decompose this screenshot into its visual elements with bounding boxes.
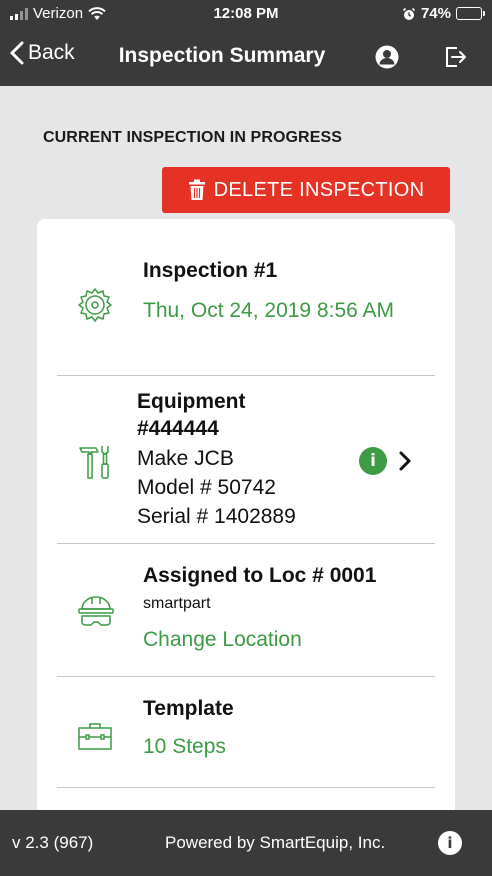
back-label: Back [28, 41, 75, 64]
battery-percent: 74% [420, 5, 451, 22]
location-row: Assigned to Loc # 0001 smartpart Change … [57, 544, 435, 677]
delete-label: DELETE INSPECTION [213, 178, 425, 201]
template-steps: 10 Steps [143, 735, 226, 758]
inspection-title: Inspection #1 [143, 259, 278, 282]
hardhat-goggles-icon [78, 596, 114, 626]
version-label: v 2.3 (967) [12, 833, 94, 852]
tools-icon [79, 446, 109, 479]
template-row[interactable]: Template 10 Steps [57, 677, 435, 788]
user-icon[interactable] [374, 44, 400, 70]
status-bar: Verizon 12:08 PM 74% [0, 0, 492, 28]
template-title: Template [143, 697, 234, 720]
inspection-card: Inspection #1 Thu, Oct 24, 2019 8:56 AM … [37, 219, 455, 859]
inspection-row: Inspection #1 Thu, Oct 24, 2019 8:56 AM [57, 219, 435, 376]
location-subtitle: smartpart [143, 595, 211, 612]
change-location-link[interactable]: Change Location [143, 625, 395, 654]
footer-bar: v 2.3 (967) Powered by SmartEquip, Inc. … [0, 810, 492, 876]
saw-blade-icon [78, 288, 112, 322]
equipment-model: Model # 50742 [137, 476, 276, 499]
chevron-left-icon [10, 41, 24, 65]
equipment-make: Make JCB [137, 447, 234, 470]
back-button[interactable]: Back [10, 41, 75, 65]
toolbox-icon [78, 723, 112, 750]
inspection-datetime: Thu, Oct 24, 2019 8:56 AM [143, 299, 394, 322]
location-title: Assigned to Loc # 0001 [143, 564, 377, 587]
equipment-serial: Serial # 1402889 [137, 505, 296, 528]
alarm-icon [402, 7, 416, 20]
chevron-right-icon[interactable] [397, 449, 413, 473]
logout-icon[interactable] [442, 44, 468, 70]
info-icon[interactable]: i [359, 447, 387, 475]
footer-info-icon[interactable]: i [438, 831, 462, 855]
powered-by-label: Powered by SmartEquip, Inc. [165, 833, 386, 852]
delete-inspection-button[interactable]: DELETE INSPECTION [162, 167, 450, 213]
trash-icon [188, 179, 205, 200]
battery-icon [456, 7, 485, 20]
nav-bar: Back Inspection Summary [0, 28, 492, 86]
equipment-row[interactable]: Equipment #444444 Make JCB Model # 50742… [57, 376, 435, 544]
section-heading: CURRENT INSPECTION IN PROGRESS [43, 129, 343, 146]
equipment-title: Equipment #444444 [137, 390, 246, 440]
